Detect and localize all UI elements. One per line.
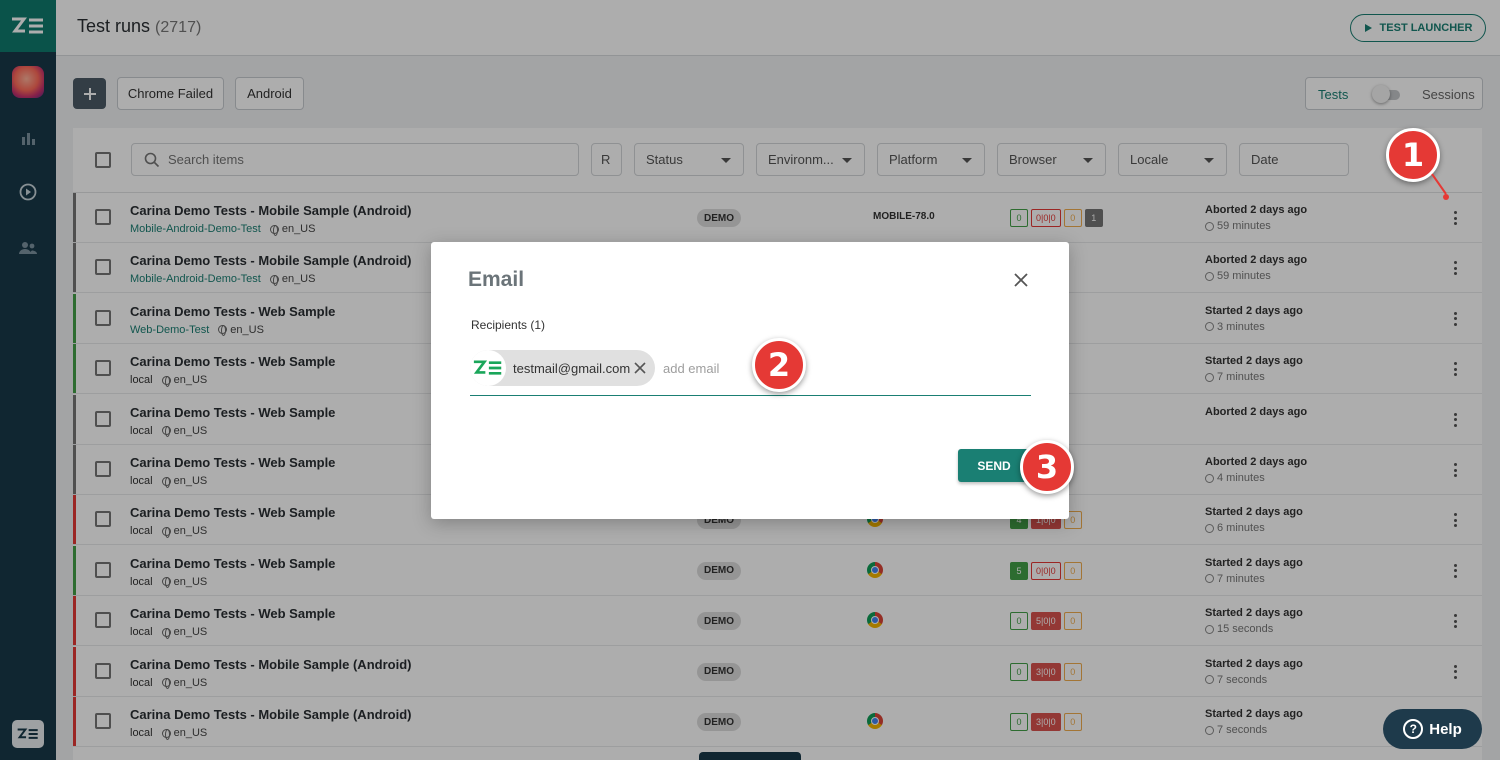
callout-arrow [1431,173,1449,200]
recipient-chip: testmail@gmail.com [470,350,655,386]
help-label: Help [1429,720,1462,738]
remove-recipient-button[interactable] [632,360,648,376]
app: Test runs (2717) TEST LAUNCHER Chrome Fa… [0,0,1500,760]
help-icon: ? [1403,719,1424,739]
ze-logo [470,350,506,386]
close-icon [634,362,646,374]
dialog-title: Email [468,268,525,291]
close-dialog-button[interactable] [1011,270,1031,290]
step-callout-2: 2 [752,338,806,392]
recipients-label: Recipients (1) [471,318,546,332]
recipient-email: testmail@gmail.com [513,360,631,376]
help-button[interactable]: ? Help [1383,709,1482,749]
close-icon [1014,273,1028,287]
recipients-field[interactable]: testmail@gmail.com [470,349,1031,396]
email-dialog: Email Recipients (1) testmail@gmail.com … [431,242,1069,519]
step-callout-3: 3 [1020,440,1074,494]
